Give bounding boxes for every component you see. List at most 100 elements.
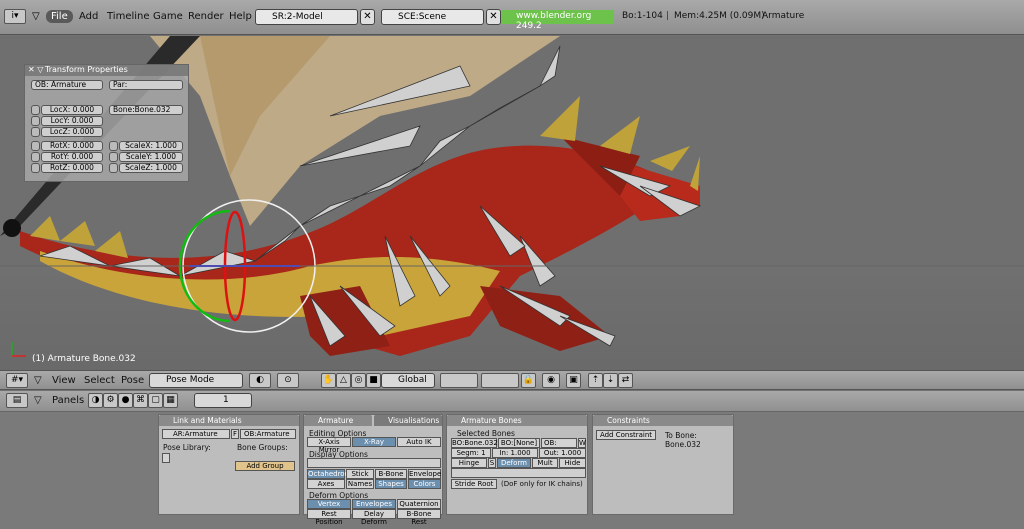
transform-panel-title[interactable]: ✕ ▽ Transform Properties [25, 65, 188, 76]
deform-button[interactable]: Deform [497, 458, 531, 468]
menu-pose[interactable]: Pose [121, 375, 144, 386]
rotate-icon[interactable]: ◎ [351, 373, 366, 388]
scale-icon[interactable]: ■ [366, 373, 381, 388]
screen-selector[interactable]: SR:2-Model [255, 9, 358, 25]
lock-icon[interactable] [31, 141, 40, 151]
bone-name-field[interactable]: BO:Bone.032 [451, 438, 498, 448]
shading-icon[interactable]: ● [118, 393, 133, 408]
lock-icon[interactable] [31, 152, 40, 162]
pose-paste-icon[interactable]: ⇣ [603, 373, 618, 388]
screen-close-button[interactable]: ✕ [360, 9, 375, 25]
editing-icon[interactable]: ▢ [148, 393, 163, 408]
link-materials-tab[interactable]: Link and Materials [159, 415, 299, 426]
fake-user-button[interactable]: F [231, 429, 239, 439]
menu-game[interactable]: Game [153, 11, 183, 22]
hand-icon[interactable]: ✋ [321, 373, 336, 388]
colors-button[interactable]: Colors [408, 479, 441, 489]
scene-icon[interactable]: ▦ [163, 393, 178, 408]
bone-layers-buttons[interactable] [307, 458, 441, 468]
scale-z-field[interactable]: ScaleZ: 1.000 [119, 163, 183, 173]
frame-field[interactable]: 1 [194, 393, 252, 408]
script-icon[interactable]: ⚙ [103, 393, 118, 408]
weight-field[interactable]: W [578, 438, 586, 448]
snap-icon[interactable]: ◉ [542, 373, 560, 388]
menu-render[interactable]: Render [188, 11, 224, 22]
mode-selector[interactable]: Pose Mode [149, 373, 243, 388]
menu-help[interactable]: Help [229, 11, 252, 22]
loc-z-field[interactable]: LocZ: 0.000 [41, 127, 103, 137]
menu-add[interactable]: Add [79, 11, 98, 22]
lock-icon[interactable] [109, 152, 118, 162]
scene-selector[interactable]: SCE:Scene [381, 9, 484, 25]
bone-name-field[interactable]: Bone:Bone.032 [109, 105, 183, 115]
shapes-button[interactable]: Shapes [375, 479, 407, 489]
lock-icon[interactable] [109, 141, 118, 151]
b-bone-rest-button[interactable]: B-Bone Rest [397, 509, 441, 526]
stride-root-button[interactable]: Stride Root [451, 479, 497, 489]
s-button[interactable]: S [488, 458, 496, 468]
quaternion-button[interactable]: Quaternion [397, 499, 441, 509]
scale-x-field[interactable]: ScaleX: 1.000 [119, 141, 183, 151]
collapse-triangle-icon[interactable]: ▽ [34, 375, 42, 386]
b-bone-button[interactable]: B-Bone [375, 469, 407, 479]
close-icon[interactable]: ✕ ▽ [28, 65, 43, 74]
rot-x-field[interactable]: RotX: 0.000 [41, 141, 103, 151]
armature-data-field[interactable]: AR:Armature [162, 429, 230, 439]
hide-button[interactable]: Hide [559, 458, 586, 468]
x-axis-mirror-button[interactable]: X-Axis Mirror [307, 437, 351, 454]
layer-buttons[interactable] [481, 373, 519, 388]
object-link-field[interactable]: OB:Armature [240, 429, 296, 439]
bone-in-field[interactable]: In: 1.000 [492, 448, 538, 458]
menu-select[interactable]: Select [84, 375, 115, 386]
3d-viewport[interactable]: (1) Armature Bone.032 ✕ ▽ Transform Prope… [0, 36, 1024, 370]
names-button[interactable]: Names [346, 479, 374, 489]
pose-library-browse[interactable] [162, 453, 170, 463]
bone-out-field[interactable]: Out: 1.000 [539, 448, 586, 458]
orientation-selector[interactable]: Global [381, 373, 435, 388]
scale-y-field[interactable]: ScaleY: 1.000 [119, 152, 183, 162]
collapse-triangle-icon[interactable]: ▽ [32, 11, 40, 22]
menu-file[interactable]: File [46, 10, 73, 23]
lock-icon[interactable] [31, 105, 40, 115]
add-group-button[interactable]: Add Group [235, 461, 295, 471]
loc-y-field[interactable]: LocY: 0.000 [41, 116, 103, 126]
parent-field[interactable]: Par: [109, 80, 183, 90]
add-constraint-button[interactable]: Add Constraint [596, 430, 656, 440]
pivot-icon[interactable]: ⊙ [277, 373, 299, 388]
logic-icon[interactable]: ◑ [88, 393, 103, 408]
rot-y-field[interactable]: RotY: 0.000 [41, 152, 103, 162]
vertex-groups-button[interactable]: Vertex Groups [307, 499, 351, 516]
lock-icon[interactable] [31, 116, 40, 126]
bone-parent-field[interactable]: BO:[None] [498, 438, 540, 448]
octahedron-button[interactable]: Octahedron [307, 469, 349, 479]
layer-buttons[interactable] [440, 373, 478, 388]
armature-tab[interactable]: Armature [304, 415, 372, 426]
rot-z-field[interactable]: RotZ: 0.000 [41, 163, 103, 173]
mult-button[interactable]: Mult [532, 458, 558, 468]
constraints-tab[interactable]: Constraints [593, 415, 733, 426]
buttons-window-type-icon[interactable]: ▤ [6, 393, 28, 408]
render-icon[interactable]: ▣ [566, 373, 581, 388]
draw-type-icon[interactable]: ◐ [249, 373, 271, 388]
x-ray-button[interactable]: X-Ray [352, 437, 396, 447]
armature-bones-tab[interactable]: Armature Bones [447, 415, 587, 426]
rest-position-button[interactable]: Rest Position [307, 509, 351, 526]
lock-icon[interactable] [31, 163, 40, 173]
envelopes-button[interactable]: Envelopes [352, 499, 396, 509]
delay-deform-button[interactable]: Delay Deform [352, 509, 396, 526]
pose-flip-icon[interactable]: ⇄ [618, 373, 633, 388]
bone-layer-buttons[interactable] [451, 468, 586, 478]
envelope-button[interactable]: Envelope [408, 469, 441, 479]
bone-object-field[interactable]: OB: [541, 438, 577, 448]
auto-ik-button[interactable]: Auto IK [397, 437, 441, 447]
blender-url-badge[interactable]: www.blender.org 249.2 [502, 10, 614, 31]
scene-close-button[interactable]: ✕ [486, 9, 501, 25]
axes-button[interactable]: Axes [307, 479, 345, 489]
object-name-field[interactable]: OB: Armature [31, 80, 103, 90]
object-icon[interactable]: ⌘ [133, 393, 148, 408]
triangle-icon[interactable]: △ [336, 373, 351, 388]
lock-icon[interactable] [31, 127, 40, 137]
visualisations-tab[interactable]: Visualisations [374, 415, 442, 426]
menu-view[interactable]: View [52, 375, 76, 386]
loc-x-field[interactable]: LocX: 0.000 [41, 105, 103, 115]
